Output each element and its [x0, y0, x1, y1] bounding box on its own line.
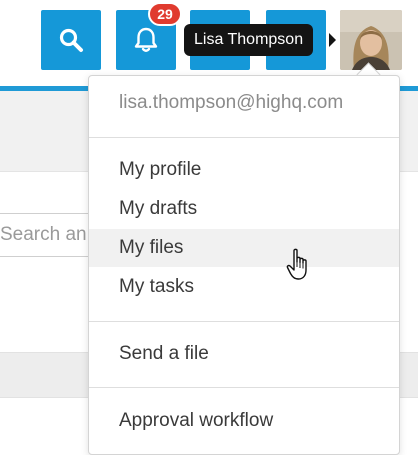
user-email: lisa.thompson@highq.com: [119, 92, 344, 113]
tooltip-arrow: [329, 33, 336, 47]
menu-divider: [89, 321, 399, 322]
menu-divider: [89, 387, 399, 388]
avatar[interactable]: [340, 10, 402, 70]
menu-item-my-profile[interactable]: My profile: [89, 151, 399, 189]
user-name-tooltip: Lisa Thompson: [184, 24, 314, 56]
menu-item-my-tasks[interactable]: My tasks: [89, 268, 399, 306]
pointer-hand-icon: [286, 248, 307, 280]
user-menu-dropdown: lisa.thompson@highq.com My profile My dr…: [88, 75, 400, 455]
search-button[interactable]: [41, 10, 101, 70]
notification-count-badge: 29: [148, 2, 182, 26]
menu-item-send-a-file[interactable]: Send a file: [89, 335, 399, 373]
menu-item-my-files[interactable]: My files: [89, 229, 399, 267]
bell-icon: [134, 27, 158, 52]
menu-item-my-drafts[interactable]: My drafts: [89, 190, 399, 228]
menu-item-approval-workflow[interactable]: Approval workflow: [89, 402, 399, 440]
menu-divider: [89, 137, 399, 138]
search-icon: [59, 28, 83, 52]
